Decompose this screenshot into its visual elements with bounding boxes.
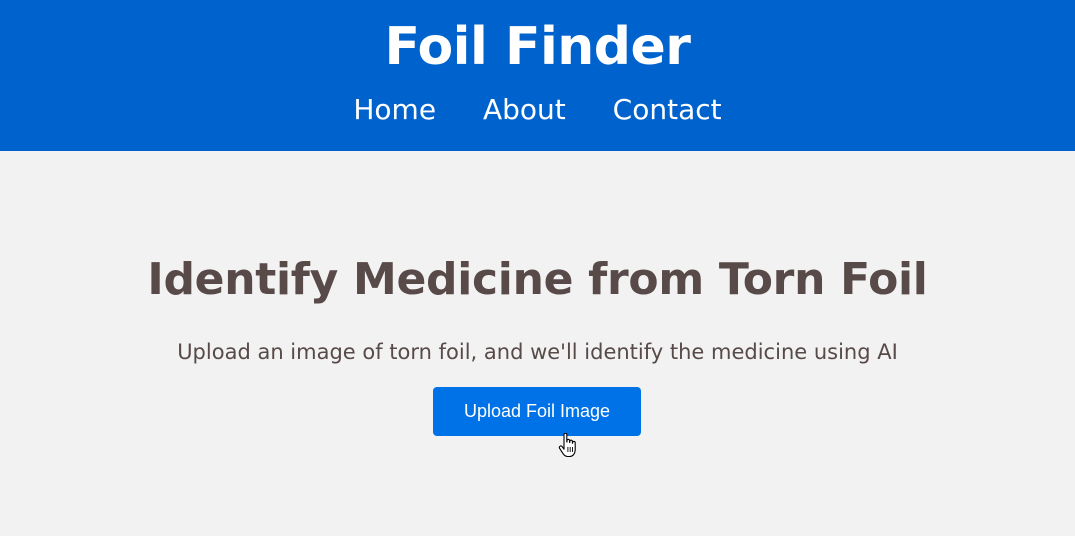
upload-foil-image-button[interactable]: Upload Foil Image [433,387,641,436]
site-title: Foil Finder [384,17,691,77]
page-heading: Identify Medicine from Torn Foil [147,254,928,305]
nav-link-home[interactable]: Home [353,93,436,126]
main-nav: Home About Contact [0,92,1075,128]
nav-link-contact[interactable]: Contact [613,93,722,126]
page-subtitle: Upload an image of torn foil, and we'll … [177,340,898,364]
hand-pointer-icon [558,433,576,458]
main-content: Identify Medicine from Torn Foil Upload … [0,151,1075,536]
nav-link-about[interactable]: About [483,93,566,126]
site-header: Foil Finder Home About Contact [0,0,1075,151]
